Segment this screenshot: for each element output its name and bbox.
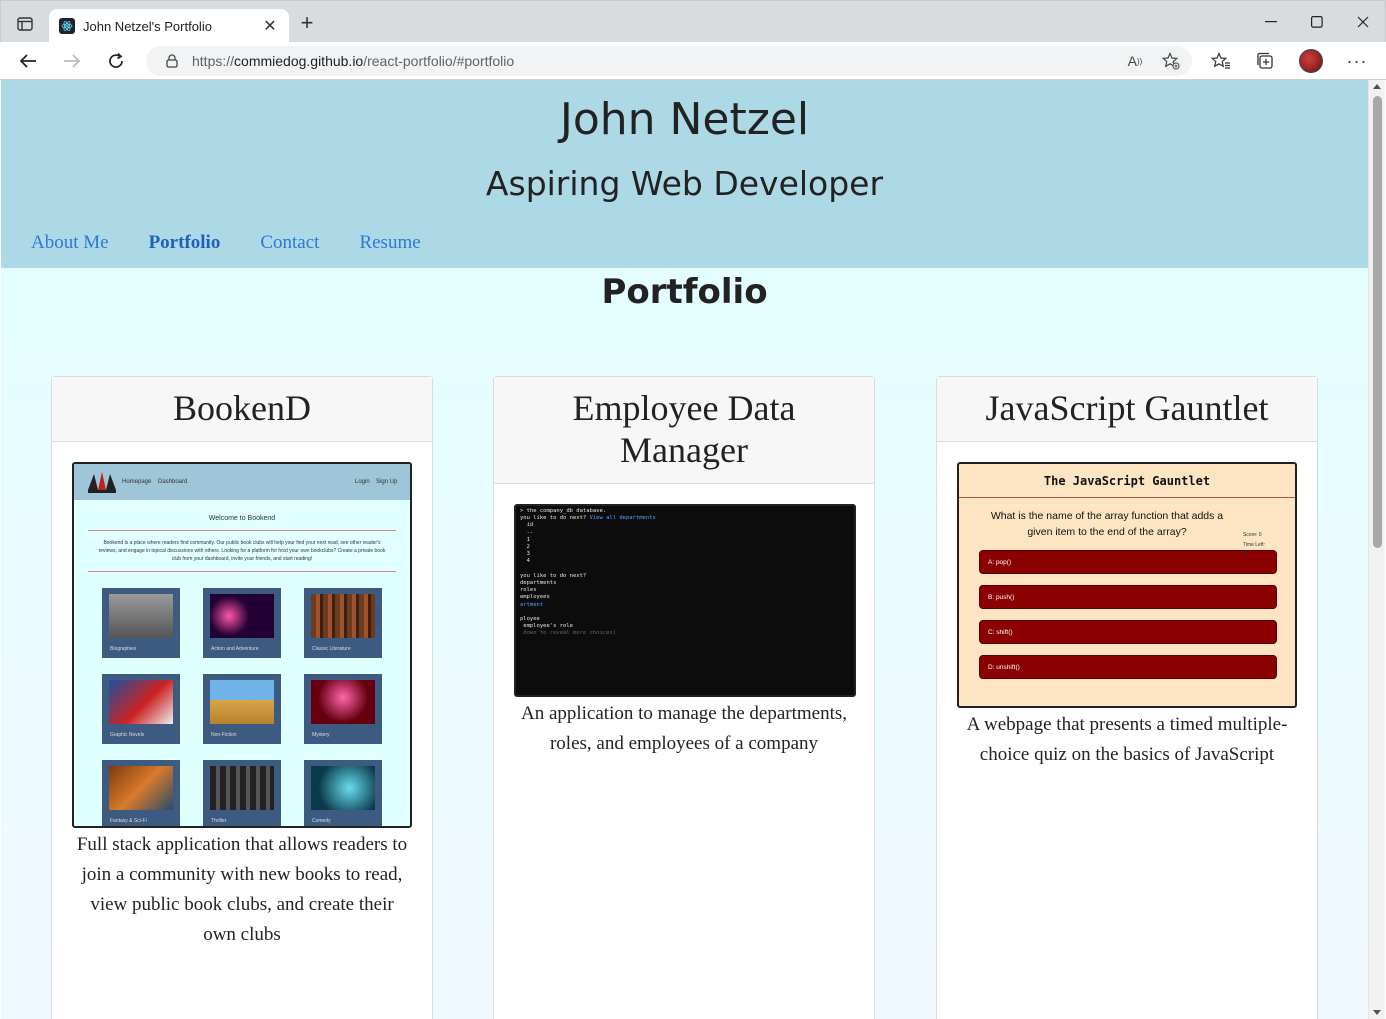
quiz-answer-a: A: pop() [979, 550, 1277, 574]
avatar[interactable] [1299, 49, 1323, 73]
terminal-line: down to reveal more choices) [520, 630, 617, 637]
tab-actions-icon[interactable] [11, 12, 39, 36]
bookend-intro: Bookend is a place where readers find co… [98, 540, 386, 562]
new-tab-icon[interactable]: + [295, 12, 319, 36]
genre-tile: Mystery [304, 674, 382, 744]
quiz-answers: A: pop() B: push() C: shift() D: unshift… [959, 550, 1295, 679]
quiz-score: Score: 0 [1242, 532, 1262, 538]
page-scrollbar[interactable] [1368, 80, 1385, 1019]
terminal-line: > the company_db database. [520, 508, 607, 514]
project-title: BookenD [52, 377, 432, 442]
terminal-line: 2 [520, 544, 530, 551]
bookend-nav-signup: Sign Up [376, 479, 398, 485]
bookend-welcome: Welcome to Bookend [208, 515, 276, 522]
terminal-line: ployee [520, 616, 540, 623]
quiz-status: Score: 0 Time Left: 46 [1243, 530, 1265, 560]
quiz-answer-d: D: unshift() [979, 655, 1277, 679]
project-screenshot-bookend[interactable]: Homepage Dashboard Login Sign Up Welcome… [72, 462, 412, 828]
site-nav: About Me Portfolio Contact Resume [31, 232, 461, 254]
project-card-javascript-gauntlet: JavaScript Gauntlet The JavaScript Gaunt… [936, 376, 1318, 1019]
page-viewport: John Netzel Aspiring Web Developer About… [1, 80, 1368, 1019]
terminal-line: artment [520, 601, 544, 608]
quiz-answer-b: B: push() [979, 585, 1277, 609]
bookend-nav-homepage: Homepage [122, 479, 152, 485]
site-header: John Netzel Aspiring Web Developer About… [1, 80, 1368, 268]
project-screenshot-employee-data-manager[interactable]: > the company_db database. you like to do… [514, 504, 856, 697]
nav-contact[interactable]: Contact [260, 232, 319, 254]
tab-title: John Netzel's Portfolio [83, 18, 212, 34]
more-options-icon[interactable]: ··· [1342, 47, 1372, 75]
project-screenshot-javascript-gauntlet[interactable]: The JavaScript Gauntlet What is the name… [957, 462, 1297, 708]
favorites-icon[interactable] [1206, 47, 1236, 75]
terminal-line: 3 [520, 551, 530, 558]
terminal-line: you like to do next? View all department… [520, 515, 656, 522]
genre-tile: Classic Literature [304, 588, 382, 658]
add-favorite-icon[interactable] [1158, 46, 1184, 76]
nav-about-me[interactable]: About Me [31, 232, 109, 254]
forward-arrow-icon [58, 47, 86, 75]
minimize-icon[interactable] [1256, 9, 1286, 35]
browser-tab[interactable]: John Netzel's Portfolio ✕ [49, 9, 289, 43]
project-title: Employee Data Manager [494, 377, 874, 484]
address-bar[interactable]: https://commiedog.github.io/react-portfo… [146, 46, 1192, 76]
project-description: An application to manage the departments… [520, 703, 848, 754]
scroll-down-icon[interactable] [1373, 1010, 1381, 1015]
nav-resume[interactable]: Resume [359, 232, 420, 254]
browser-titlebar: John Netzel's Portfolio ✕ + [0, 0, 1386, 43]
divider [88, 571, 396, 572]
terminal-line: employee's role [520, 623, 573, 630]
project-title: JavaScript Gauntlet [937, 377, 1317, 442]
bookend-logo-icon [88, 472, 116, 493]
terminal-line: departments [520, 580, 557, 587]
read-aloud-icon[interactable]: A)) [1122, 46, 1148, 76]
terminal-line: id [520, 522, 534, 529]
section-title: Portfolio [601, 272, 768, 312]
bookend-nav-dashboard: Dashboard [158, 479, 188, 485]
lock-icon[interactable] [162, 54, 182, 68]
site-tagline: Aspiring Web Developer [485, 164, 884, 203]
project-description: A webpage that presents a timed multiple… [966, 714, 1288, 765]
url-text[interactable]: https://commiedog.github.io/react-portfo… [192, 53, 514, 69]
genre-tile: Biographies [102, 588, 180, 658]
quiz-time-label: Time Left: [1242, 542, 1265, 548]
project-card-employee-data-manager: Employee Data Manager > the company_db d… [493, 376, 875, 1019]
collections-icon[interactable] [1250, 47, 1280, 75]
tab-close-icon[interactable]: ✕ [261, 16, 279, 36]
project-description: Full stack application that allows reade… [76, 834, 408, 945]
project-card-bookend: BookenD Homepage Dashboard Login Sign Up… [51, 376, 433, 1019]
react-favicon-icon [59, 18, 75, 34]
terminal-line: 4 [520, 558, 530, 565]
browser-toolbar: https://commiedog.github.io/react-portfo… [0, 42, 1386, 80]
bookend-navbar: Homepage Dashboard Login Sign Up [74, 464, 410, 500]
terminal-line: you like to do next? [520, 572, 587, 579]
scroll-up-icon[interactable] [1373, 84, 1381, 89]
reload-icon[interactable] [102, 47, 130, 75]
site-name: John Netzel [559, 94, 810, 145]
bookend-nav-login: Login [355, 479, 370, 485]
terminal-line: employees [520, 594, 550, 601]
genre-tile: Graphic Novels [102, 674, 180, 744]
scrollbar-thumb[interactable] [1373, 96, 1382, 548]
quiz-answer-c: C: shift() [979, 620, 1277, 644]
terminal-line: 1 [520, 536, 530, 543]
maximize-icon[interactable] [1302, 9, 1332, 35]
genre-tile: Fantasy & Sci-Fi [102, 760, 180, 826]
genre-tile: Thriller [203, 760, 281, 826]
quiz-heading: The JavaScript Gauntlet [959, 464, 1295, 498]
genre-tile: Comedy [304, 760, 382, 826]
terminal-line: roles [520, 587, 537, 594]
close-window-icon[interactable] [1348, 9, 1378, 35]
terminal-line: -- [520, 529, 534, 536]
quiz-time-value: 46 [1242, 552, 1249, 558]
nav-portfolio[interactable]: Portfolio [149, 232, 221, 254]
back-arrow-icon[interactable] [14, 47, 42, 75]
genre-grid: Biographies Action and Adventure Classic… [74, 588, 410, 826]
divider [88, 530, 396, 531]
genre-tile: Non-Fiction [203, 674, 281, 744]
genre-tile: Action and Adventure [203, 588, 281, 658]
profile-avatar[interactable] [1296, 47, 1326, 75]
